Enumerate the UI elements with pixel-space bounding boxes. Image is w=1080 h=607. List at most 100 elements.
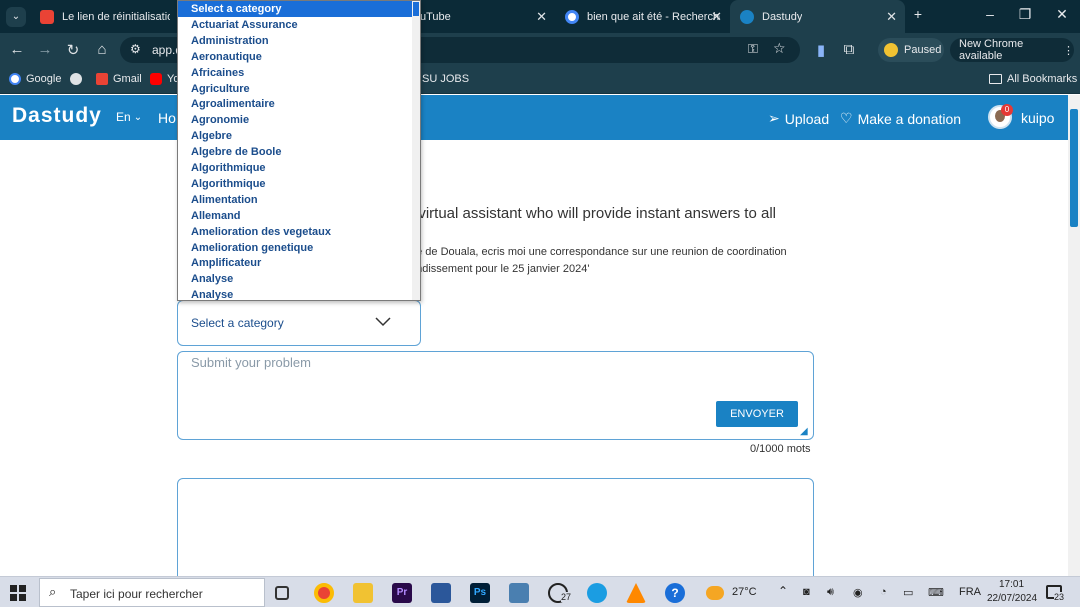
input-language[interactable]: FRA [959, 586, 981, 598]
extensions-icon[interactable]: ⧉ [840, 41, 858, 58]
profile-paused-chip[interactable]: Paused [878, 38, 944, 62]
help-icon[interactable]: ? [665, 583, 685, 603]
vlc-icon[interactable] [626, 583, 646, 603]
tab-search-button[interactable]: ⌄ [6, 7, 26, 27]
windows-taskbar: ⌕ Taper ici pour rechercher Pr Ps 27 ? 2… [0, 576, 1080, 607]
site-info-icon[interactable]: ⚙ [130, 42, 141, 56]
dropdown-option[interactable]: Amplificateur [178, 255, 412, 271]
answer-output-box[interactable] [177, 478, 814, 588]
clock-time[interactable]: 17:01 [999, 579, 1024, 590]
dropdown-option[interactable]: Algorithmique [178, 176, 412, 192]
donation-link[interactable]: ♡ Make a donation [840, 110, 961, 127]
resize-handle-icon[interactable]: ◢ [800, 426, 808, 437]
bookmark-google[interactable]: Google [9, 73, 61, 85]
tab-google-search[interactable]: bien que ait été - Recherche ✕ [555, 0, 730, 33]
more-menu-icon[interactable]: ⋮ [1063, 44, 1074, 57]
dropdown-option[interactable]: Africaines [178, 65, 412, 81]
category-dropdown-list[interactable]: Select a category Actuariat Assurance Admi… [177, 0, 421, 301]
bookmark-star-icon[interactable]: ☆ [773, 40, 786, 57]
taskbar-search[interactable]: ⌕ Taper ici pour rechercher [39, 578, 265, 607]
weather-icon[interactable] [706, 586, 724, 600]
globe-icon [70, 73, 82, 85]
dropdown-option[interactable]: Agronomie [178, 112, 412, 128]
edge-icon[interactable] [587, 583, 607, 603]
dropdown-option[interactable]: Algebre [178, 128, 412, 144]
close-tab-icon[interactable]: ✕ [536, 9, 547, 25]
dropdown-option[interactable]: Amelioration des vegetaux [178, 224, 412, 240]
dropdown-option[interactable]: Aeronautique [178, 49, 412, 65]
browser-toolbar: ← → ↻ ⌂ ⚙ app.d ⚿ ☆ ▮ ⧉ Paused New Chrom… [0, 33, 1080, 67]
bookmark-youtube[interactable]: Yo [150, 73, 179, 85]
show-hidden-icons-icon[interactable]: ⌃ [778, 584, 788, 598]
word-icon[interactable] [431, 583, 451, 603]
site-header: Dastudy En ⌄ Ho ➢ Upload ♡ Make a donati… [0, 95, 1068, 140]
dropdown-option[interactable]: Amelioration genetique [178, 240, 412, 256]
password-key-icon[interactable]: ⚿ [748, 41, 758, 57]
username[interactable]: kuipo [1021, 110, 1054, 126]
dropdown-option[interactable]: Algorithmique [178, 160, 412, 176]
task-view-icon[interactable] [275, 586, 289, 600]
page-scrollbar-thumb[interactable] [1070, 109, 1078, 227]
wifi-icon[interactable]: ◔ [880, 586, 887, 598]
all-bookmarks[interactable]: All Bookmarks [989, 73, 1077, 85]
dropdown-option[interactable]: Agriculture [178, 81, 412, 97]
close-tab-icon[interactable]: ✕ [886, 9, 897, 25]
new-tab-icon[interactable]: + [908, 6, 928, 22]
meet-icon[interactable]: ◙ [803, 586, 810, 598]
bookmark-jobs[interactable]: SU JOBS [422, 73, 469, 85]
dropdown-scrollbar-thumb[interactable] [413, 2, 419, 16]
chevron-down-icon: ⌄ [133, 111, 143, 123]
dropdown-option[interactable]: Allemand [178, 208, 412, 224]
temperature[interactable]: 27°C [732, 586, 757, 598]
tab-gmail[interactable]: Le lien de réinitialisation du [30, 0, 180, 33]
dropdown-option[interactable]: Alimentation [178, 192, 412, 208]
notification-count: 23 [1054, 592, 1065, 602]
search-icon: ⌕ [49, 584, 57, 599]
dropdown-option[interactable]: Analyse [178, 271, 412, 287]
minimize-icon[interactable]: – [980, 6, 1000, 22]
battery-saver-icon[interactable]: ▮ [812, 41, 830, 59]
close-tab-icon[interactable]: ✕ [711, 9, 722, 25]
tab-youtube[interactable]: uTube ✕ [410, 0, 555, 33]
nav-home[interactable]: Ho [158, 110, 176, 126]
close-window-icon[interactable]: ✕ [1052, 6, 1072, 23]
dropdown-option[interactable]: Analyse [178, 287, 412, 300]
file-explorer-icon[interactable] [353, 583, 373, 603]
upload-link[interactable]: ➢ Upload [768, 110, 829, 127]
gmail-icon [96, 73, 108, 85]
category-select[interactable]: Select a category [177, 300, 421, 346]
google-icon [9, 73, 21, 85]
home-icon[interactable]: ⌂ [93, 41, 111, 58]
clock-date[interactable]: 22/07/2024 [987, 593, 1037, 604]
tab-dastudy[interactable]: Dastudy ✕ [730, 0, 905, 33]
site-logo[interactable]: Dastudy [12, 104, 102, 128]
photoshop-icon[interactable]: Ps [470, 583, 490, 603]
dropdown-option[interactable]: Algebre de Boole [178, 144, 412, 160]
bookmark-gmail[interactable]: Gmail [96, 73, 142, 85]
new-chrome-available-button[interactable]: New Chrome available ⋮ [950, 38, 1074, 62]
dropdown-scrollbar[interactable] [412, 1, 420, 300]
dropdown-option[interactable]: Agroalimentaire [178, 96, 412, 112]
app-icon[interactable] [509, 583, 529, 603]
dropdown-option[interactable]: Administration [178, 33, 412, 49]
dropdown-option[interactable]: Actuariat Assurance [178, 17, 412, 33]
volume-icon[interactable]: 🔊︎ [827, 586, 834, 599]
back-icon[interactable]: ← [8, 41, 26, 58]
page-scrollbar[interactable] [1068, 95, 1080, 576]
chevron-down-icon [375, 317, 391, 327]
forward-icon[interactable]: → [36, 41, 54, 58]
windows-start-icon[interactable] [10, 585, 26, 601]
battery-icon[interactable]: ▭ [903, 586, 913, 599]
dastudy-favicon-icon [740, 9, 754, 24]
restore-icon[interactable]: ❐ [1015, 6, 1035, 23]
language-selector[interactable]: En ⌄ [116, 110, 142, 124]
keyboard-icon[interactable]: ⌨ [928, 586, 944, 599]
network-icon[interactable]: ◉ [853, 586, 863, 599]
premiere-icon[interactable]: Pr [392, 583, 412, 603]
gmail-icon [40, 9, 54, 24]
reload-icon[interactable]: ↻ [64, 41, 82, 59]
dropdown-option-selected[interactable]: Select a category [178, 1, 412, 17]
bookmark-globe[interactable] [70, 73, 87, 85]
send-button[interactable]: ENVOYER [716, 401, 798, 427]
chrome-taskbar-icon[interactable] [314, 583, 334, 603]
